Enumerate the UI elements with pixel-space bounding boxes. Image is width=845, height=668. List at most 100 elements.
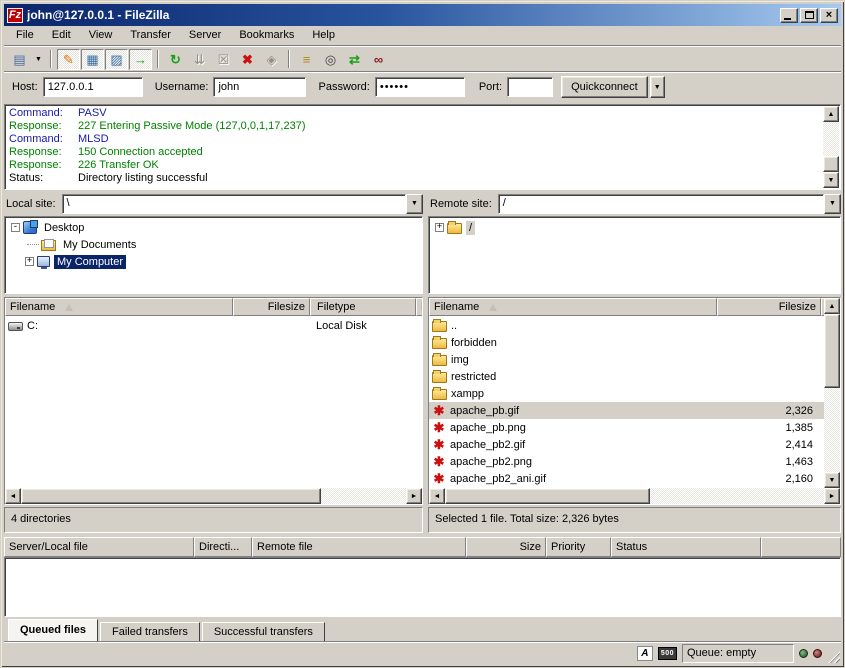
local-status-text: 4 directories: [4, 507, 423, 533]
file-row-c-drive[interactable]: C: Local Disk: [5, 317, 422, 334]
password-input[interactable]: [375, 77, 465, 97]
file-row-xampp[interactable]: xampp: [429, 385, 824, 402]
transfer-type-icon[interactable]: A: [637, 646, 653, 661]
local-site-combobox[interactable]: \ ▼: [62, 194, 423, 214]
scrollbar-track[interactable]: [823, 122, 839, 156]
close-button[interactable]: ×: [820, 8, 838, 23]
file-row-restricted[interactable]: restricted: [429, 368, 824, 385]
tree-item-root[interactable]: + /: [429, 219, 840, 236]
local-list-hscrollbar[interactable]: ◄ ►: [5, 488, 422, 504]
scrollbar-thumb[interactable]: [824, 314, 840, 388]
tab-queued-files[interactable]: Queued files: [8, 619, 98, 641]
directory-filters-button[interactable]: ≡: [295, 49, 318, 70]
column-header-direction[interactable]: Directi...: [194, 537, 252, 557]
activity-led-green: [799, 649, 808, 658]
cancel-operation-button[interactable]: ☒: [212, 49, 235, 70]
local-site-path[interactable]: \: [62, 194, 406, 214]
reconnect-button[interactable]: ◈: [260, 49, 283, 70]
scrollbar-thumb[interactable]: [445, 488, 650, 504]
menu-server[interactable]: Server: [180, 27, 230, 44]
file-row-apache-pb2-png[interactable]: ✱apache_pb2.png 1,463: [429, 453, 824, 470]
process-queue-button[interactable]: ⇊: [188, 49, 211, 70]
find-files-button[interactable]: ∞: [367, 49, 390, 70]
quickconnect-dropdown-button[interactable]: ▼: [650, 76, 665, 98]
column-header-status[interactable]: Status: [611, 537, 761, 557]
scroll-left-button[interactable]: ◄: [429, 488, 445, 504]
file-row-parent-dir[interactable]: ..: [429, 317, 824, 334]
column-header-size[interactable]: Size: [466, 537, 546, 557]
remote-site-combobox[interactable]: / ▼: [498, 194, 841, 214]
refresh-button[interactable]: ↻: [164, 49, 187, 70]
quickconnect-button[interactable]: Quickconnect: [561, 76, 648, 98]
column-header-filename[interactable]: Filename: [429, 298, 717, 316]
remote-list-hscrollbar[interactable]: ◄ ►: [429, 488, 840, 504]
minimize-button[interactable]: [780, 8, 798, 23]
tree-item-my-computer[interactable]: + My Computer: [5, 253, 422, 270]
scrollbar-track[interactable]: [824, 388, 840, 472]
scroll-up-button[interactable]: ▲: [823, 106, 839, 122]
disconnect-button[interactable]: ✖: [236, 49, 259, 70]
remote-site-path[interactable]: /: [498, 194, 824, 214]
tree-item-desktop[interactable]: - Desktop: [5, 219, 422, 236]
local-list-body[interactable]: C: Local Disk: [5, 316, 422, 488]
tab-successful-transfers[interactable]: Successful transfers: [202, 622, 325, 641]
maximize-button[interactable]: [800, 8, 818, 23]
file-row-apache-pb2-gif[interactable]: ✱apache_pb2.gif 2,414: [429, 436, 824, 453]
port-input[interactable]: [507, 77, 553, 97]
toggle-local-tree-button[interactable]: ▦: [81, 49, 104, 70]
menu-edit[interactable]: Edit: [43, 27, 80, 44]
menu-help[interactable]: Help: [303, 27, 344, 44]
scroll-up-button[interactable]: ▲: [824, 298, 840, 314]
file-search-button[interactable]: ◎: [319, 49, 342, 70]
column-header-filetype[interactable]: Filetype: [310, 298, 416, 316]
column-header-priority[interactable]: Priority: [546, 537, 611, 557]
column-header-filesize[interactable]: Filesize: [233, 298, 310, 316]
transfer-queue-body[interactable]: [4, 557, 841, 617]
log-scrollbar[interactable]: ▲ ▼: [823, 106, 839, 188]
username-input[interactable]: [213, 77, 306, 97]
remote-list-vscrollbar[interactable]: ▲ ▼: [824, 298, 840, 488]
site-manager-button[interactable]: ▤: [8, 49, 31, 70]
file-row-apache-pb-gif[interactable]: ✱apache_pb.gif 2,326: [429, 402, 824, 419]
file-name: img: [451, 354, 469, 366]
tree-item-my-documents[interactable]: My Documents: [5, 236, 422, 253]
menu-bookmarks[interactable]: Bookmarks: [230, 27, 303, 44]
column-header-last-modified[interactable]: L: [416, 298, 422, 316]
file-row-forbidden[interactable]: forbidden: [429, 334, 824, 351]
collapse-icon[interactable]: -: [11, 223, 20, 232]
file-row-img[interactable]: img: [429, 351, 824, 368]
chevron-down-icon[interactable]: ▼: [406, 194, 423, 214]
toggle-transfer-queue-button[interactable]: →: [129, 49, 152, 70]
scrollbar-track[interactable]: [321, 488, 406, 504]
scroll-right-button[interactable]: ►: [406, 488, 422, 504]
file-row-apache-pb2-ani-gif[interactable]: ✱apache_pb2_ani.gif 2,160: [429, 470, 824, 487]
menu-transfer[interactable]: Transfer: [121, 27, 180, 44]
menu-view[interactable]: View: [80, 27, 122, 44]
directory-comparison-button[interactable]: ⇄: [343, 49, 366, 70]
scrollbar-thumb[interactable]: [21, 488, 321, 504]
column-header-filesize[interactable]: Filesize: [717, 298, 821, 316]
file-row-apache-pb-png[interactable]: ✱apache_pb.png 1,385: [429, 419, 824, 436]
host-input[interactable]: [43, 77, 143, 97]
remote-list-body[interactable]: .. forbidden img restricted: [429, 316, 824, 488]
activity-led-red: [813, 649, 822, 658]
menu-file[interactable]: File: [7, 27, 43, 44]
site-manager-dropdown-button[interactable]: ▼: [32, 49, 45, 70]
scrollbar-track[interactable]: [650, 488, 824, 504]
scrollbar-thumb[interactable]: [823, 156, 839, 172]
column-header-remote-file[interactable]: Remote file: [252, 537, 466, 557]
chevron-down-icon[interactable]: ▼: [824, 194, 841, 214]
scroll-down-button[interactable]: ▼: [823, 172, 839, 188]
scroll-left-button[interactable]: ◄: [5, 488, 21, 504]
speed-limits-icon[interactable]: 500: [658, 647, 677, 660]
column-header-filename[interactable]: Filename: [5, 298, 233, 316]
column-header-server-local-file[interactable]: Server/Local file: [4, 537, 194, 557]
scroll-down-button[interactable]: ▼: [824, 472, 840, 488]
expand-icon[interactable]: +: [435, 223, 444, 232]
expand-icon[interactable]: +: [25, 257, 34, 266]
scroll-right-button[interactable]: ►: [824, 488, 840, 504]
toggle-remote-tree-button[interactable]: ▨: [105, 49, 128, 70]
toggle-message-log-button[interactable]: ✎: [57, 49, 80, 70]
tab-failed-transfers[interactable]: Failed transfers: [100, 622, 200, 641]
resize-grip[interactable]: [827, 650, 840, 663]
